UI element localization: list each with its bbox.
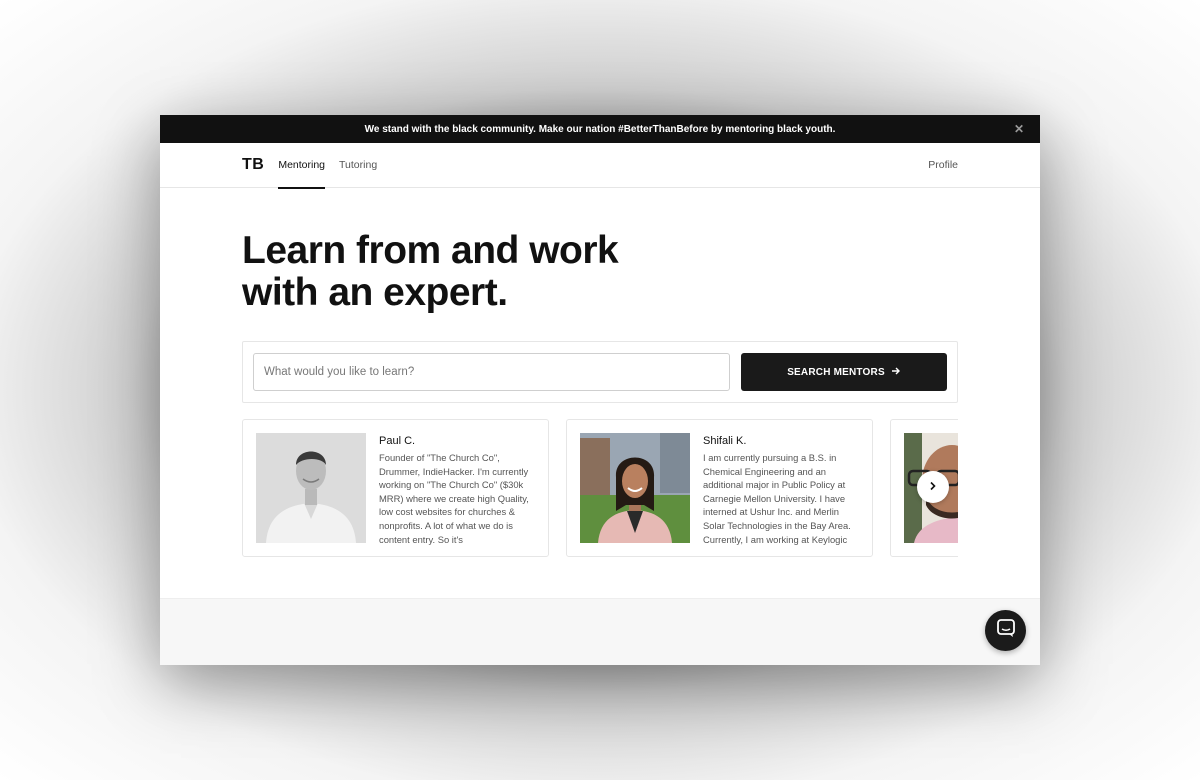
chat-icon [996, 618, 1016, 643]
mentor-name: Paul C. [379, 435, 416, 447]
top-navigation: TB Mentoring Tutoring Profile [160, 143, 1040, 189]
mentor-card[interactable]: Shifali K. I am currently pursuing a B.S… [566, 419, 873, 557]
mentor-photo [580, 433, 690, 543]
chat-launcher-button[interactable] [985, 610, 1026, 651]
logo[interactable]: TB [242, 156, 264, 174]
browser-window: We stand with the black community. Make … [160, 115, 1040, 665]
banner-text: We stand with the black community. Make … [364, 123, 836, 135]
page-title-line-2: with an expert. [242, 271, 508, 314]
arrow-right-icon [891, 366, 901, 379]
search-panel: SEARCH MENTORS [242, 341, 958, 403]
mentor-bio: I am currently pursuing a B.S. in Chemic… [703, 452, 851, 545]
search-button-label: SEARCH MENTORS [787, 366, 885, 378]
tab-mentoring[interactable]: Mentoring [278, 143, 325, 189]
mentor-carousel: Paul C. Founder of "The Church Co", Drum… [242, 419, 958, 557]
page-title-line-1: Learn from and work [242, 229, 619, 272]
carousel-next-button[interactable] [917, 471, 949, 503]
tab-tutoring[interactable]: Tutoring [339, 143, 377, 188]
mentor-bio: Founder of "The Church Co", Drummer, Ind… [379, 452, 529, 545]
search-mentors-button[interactable]: SEARCH MENTORS [741, 353, 947, 391]
mentor-card[interactable]: Paul C. Founder of "The Church Co", Drum… [242, 419, 549, 557]
chevron-right-icon [928, 478, 938, 496]
mentor-photo [256, 433, 366, 543]
page-title: Learn from and work with an expert. [242, 230, 702, 314]
mentor-name: Shifali K. [703, 435, 747, 447]
footer-section [160, 598, 1040, 665]
announcement-banner: We stand with the black community. Make … [160, 115, 1040, 143]
close-icon[interactable]: ✕ [1012, 122, 1026, 136]
profile-link[interactable]: Profile [928, 159, 958, 171]
search-input[interactable] [253, 353, 730, 391]
